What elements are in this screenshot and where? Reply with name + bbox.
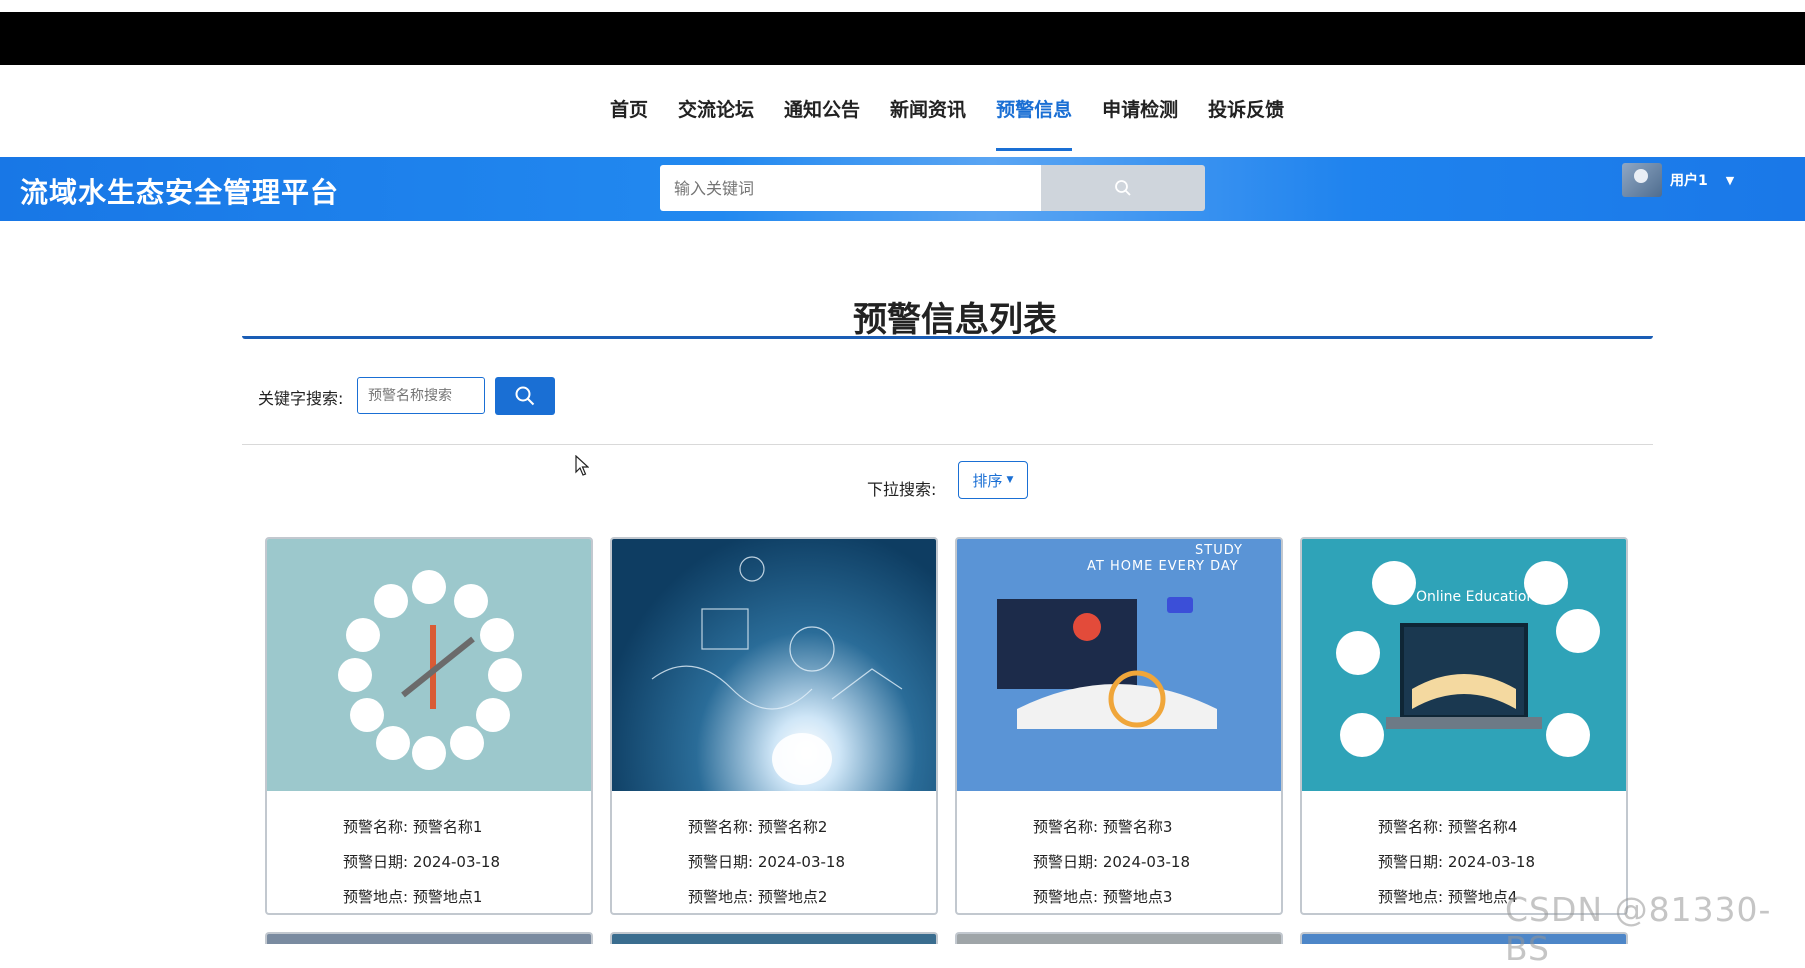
user-menu[interactable]: 用户1 ▼ (1622, 163, 1734, 197)
card-warning-location: 预警地点: 预警地点1 (343, 888, 483, 906)
platform-title: 流域水生态安全管理平台 (20, 176, 340, 209)
nav-item-feedback[interactable]: 投诉反馈 (1208, 95, 1284, 151)
caret-down-icon: ▼ (1006, 475, 1014, 485)
card-warning-name: 预警名称: 预警名称3 (1033, 818, 1173, 836)
dropdown-search-label: 下拉搜索: (867, 480, 937, 499)
next-row-card[interactable] (265, 932, 593, 944)
card-image-3-caption-2: AT HOME EVERY DAY (1087, 559, 1239, 574)
header-search (660, 165, 1205, 211)
nav-item-news[interactable]: 新闻资讯 (890, 95, 966, 151)
keyword-search-button[interactable] (495, 377, 555, 415)
main-nav: 首页 交流论坛 通知公告 新闻资讯 预警信息 申请检测 投诉反馈 (0, 65, 1805, 157)
window-top-strip (0, 0, 1805, 12)
card-warning-date: 预警日期: 2024-03-18 (688, 853, 845, 871)
card-image-4: Online Education (1302, 539, 1626, 791)
next-row-card[interactable] (955, 932, 1283, 944)
card-warning-name: 预警名称: 预警名称4 (1378, 818, 1518, 836)
card-warning-location: 预警地点: 预警地点3 (1033, 888, 1173, 906)
search-icon (1115, 180, 1131, 196)
sort-label: 排序 (972, 471, 1003, 490)
warning-card-2[interactable]: 预警名称: 预警名称2 预警日期: 2024-03-18 预警地点: 预警地点2 (610, 537, 938, 915)
card-image-1 (267, 539, 591, 791)
card-warning-name: 预警名称: 预警名称1 (343, 818, 483, 836)
header-search-input[interactable] (660, 165, 1041, 211)
header-search-button[interactable] (1041, 165, 1205, 211)
card-image-3: STUDY AT HOME EVERY DAY (957, 539, 1281, 791)
keyword-search-input[interactable] (357, 377, 485, 414)
keyword-search-label: 关键字搜索: (258, 389, 344, 408)
nav-item-forum[interactable]: 交流论坛 (678, 95, 754, 151)
card-warning-date: 预警日期: 2024-03-18 (1033, 853, 1190, 871)
next-row-card[interactable] (610, 932, 938, 944)
page-title: 预警信息列表 (853, 300, 1057, 340)
user-name: 用户1 (1670, 173, 1708, 189)
nav-item-apply-test[interactable]: 申请检测 (1102, 95, 1178, 151)
card-warning-location: 预警地点: 预警地点2 (688, 888, 828, 906)
card-image-2 (612, 539, 936, 791)
divider (242, 444, 1653, 445)
sort-dropdown[interactable]: 排序 ▼ (958, 461, 1028, 499)
card-image-3-caption-1: STUDY (1195, 543, 1243, 558)
mouse-cursor-icon (575, 455, 589, 476)
card-image-4-caption: Online Education (1416, 589, 1536, 605)
chevron-down-icon: ▼ (1725, 173, 1735, 187)
card-warning-date: 预警日期: 2024-03-18 (343, 853, 500, 871)
top-black-bar (0, 12, 1805, 65)
search-icon (515, 386, 535, 406)
nav-item-notice[interactable]: 通知公告 (784, 95, 860, 151)
header-bar: 流域水生态安全管理平台 用户1 ▼ (0, 157, 1805, 221)
avatar (1622, 163, 1662, 197)
warning-card-3[interactable]: STUDY AT HOME EVERY DAY 预警名称: 预警名称3 预警日期… (955, 537, 1283, 915)
watermark: CSDN @81330-BS (1505, 890, 1772, 968)
warning-card-4[interactable]: Online Education 预警名称: 预警名称4 预警日期: 2024-… (1300, 537, 1628, 915)
nav-item-home[interactable]: 首页 (610, 95, 648, 151)
warning-card-1[interactable]: 预警名称: 预警名称1 预警日期: 2024-03-18 预警地点: 预警地点1 (265, 537, 593, 915)
card-warning-date: 预警日期: 2024-03-18 (1378, 853, 1535, 871)
nav-item-warning[interactable]: 预警信息 (996, 95, 1073, 151)
card-warning-name: 预警名称: 预警名称2 (688, 818, 828, 836)
title-underline (242, 336, 1653, 339)
